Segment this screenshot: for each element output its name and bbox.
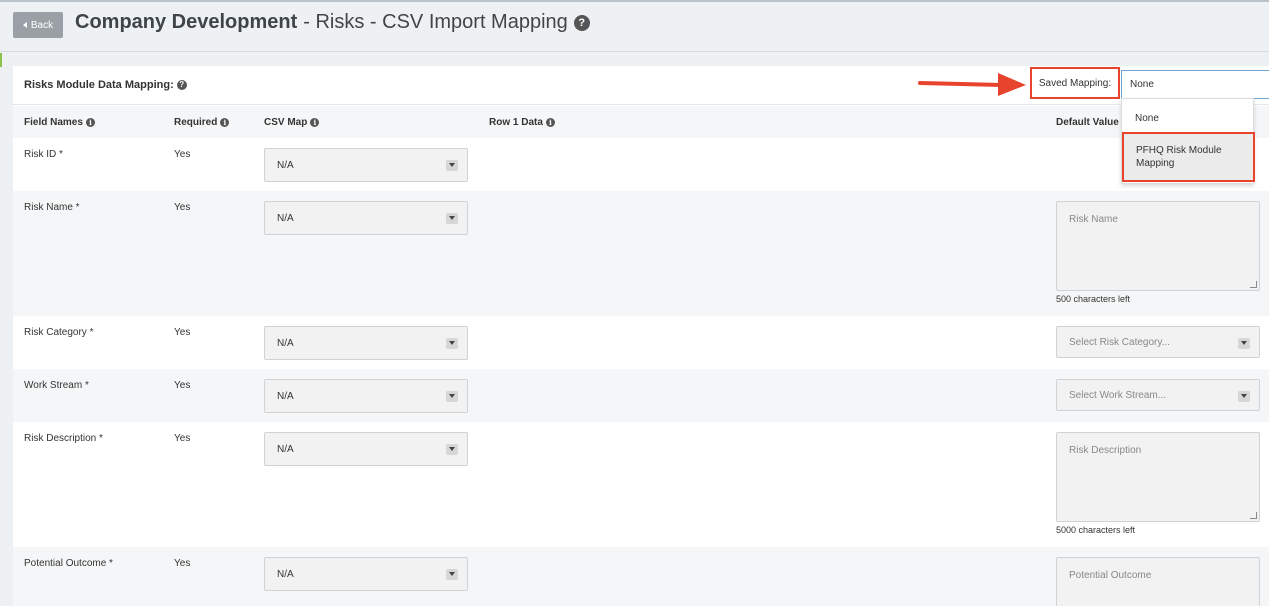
col-row1-data: Row 1 Data i — [489, 117, 555, 128]
back-button[interactable]: Back — [13, 12, 63, 38]
default-risk-name-textarea[interactable]: Risk Name — [1056, 201, 1260, 291]
csv-map-value: N/A — [277, 337, 294, 349]
page-title-subtitle: - Risks - CSV Import Mapping — [303, 11, 568, 33]
required-value: Yes — [174, 380, 191, 391]
page-header: Back Company Development - Risks - CSV I… — [0, 0, 1269, 52]
chevron-down-icon — [446, 160, 458, 171]
csv-map-value: N/A — [277, 443, 294, 455]
required-value: Yes — [174, 558, 191, 569]
page-title: Company Development - Risks - CSV Import… — [75, 11, 590, 34]
default-select-placeholder: Select Risk Category... — [1069, 336, 1170, 348]
mapping-panel: Risks Module Data Mapping: ? Saved Mappi… — [13, 66, 1269, 606]
chevron-down-icon — [446, 391, 458, 402]
csv-map-value: N/A — [277, 390, 294, 402]
table-header: Field Names i Required i CSV Map i Row 1… — [13, 106, 1269, 138]
table-row: Risk ID * Yes N/A — [13, 138, 1269, 191]
required-value: Yes — [174, 202, 191, 213]
csv-map-select[interactable]: N/A — [264, 148, 468, 182]
textarea-placeholder: Risk Description — [1069, 445, 1142, 456]
field-name: Risk ID * — [24, 149, 63, 160]
chevron-down-icon — [446, 338, 458, 349]
resize-handle-icon[interactable] — [1250, 512, 1257, 519]
textarea-placeholder: Risk Name — [1069, 214, 1118, 225]
default-potential-outcome-textarea[interactable]: Potential Outcome — [1056, 557, 1260, 606]
saved-mapping-label-text: Saved Mapping: — [1038, 77, 1112, 89]
saved-mapping-dropdown: None PFHQ Risk Module Mapping — [1121, 98, 1255, 184]
top-border — [0, 0, 1269, 2]
annotation-arrow-icon — [918, 73, 1026, 96]
col-default-value-label: Default Value — [1056, 117, 1119, 128]
left-edge — [0, 53, 13, 606]
chevron-down-icon — [1238, 391, 1250, 402]
chars-left-counter: 500 characters left — [1056, 294, 1131, 304]
dropdown-option-none[interactable]: None — [1135, 113, 1159, 124]
required-value: Yes — [174, 433, 191, 444]
csv-map-value: N/A — [277, 568, 294, 580]
table-row: Risk Name * Yes N/A Risk Name 500 charac… — [13, 191, 1269, 316]
col-row1-data-label: Row 1 Data — [489, 117, 543, 128]
dropdown-option-pfhq[interactable]: PFHQ Risk Module Mapping — [1122, 132, 1255, 182]
chevron-down-icon — [446, 213, 458, 224]
saved-mapping-value: None — [1130, 79, 1154, 90]
chevron-down-icon — [446, 569, 458, 580]
required-value: Yes — [174, 149, 191, 160]
help-icon[interactable]: ? — [573, 14, 590, 31]
csv-map-select[interactable]: N/A — [264, 326, 468, 360]
table-row: Potential Outcome * Yes N/A Potential Ou… — [13, 547, 1269, 606]
table-row: Work Stream * Yes N/A Select Work Stream… — [13, 369, 1269, 422]
info-icon[interactable]: i — [220, 118, 230, 127]
default-risk-category-select[interactable]: Select Risk Category... — [1056, 326, 1260, 358]
csv-map-value: N/A — [277, 159, 294, 171]
saved-mapping-select[interactable]: None — [1121, 70, 1269, 99]
csv-map-select[interactable]: N/A — [264, 379, 468, 413]
col-required: Required i — [174, 117, 230, 128]
col-csv-map-label: CSV Map — [264, 117, 308, 128]
col-required-label: Required — [174, 117, 218, 128]
csv-map-select[interactable]: N/A — [264, 557, 468, 591]
csv-map-select[interactable]: N/A — [264, 432, 468, 466]
chars-left-counter: 5000 characters left — [1056, 525, 1136, 535]
table-row: Risk Category * Yes N/A Select Risk Cate… — [13, 316, 1269, 369]
panel-title: Risks Module Data Mapping: ? — [24, 79, 187, 91]
back-button-label: Back — [30, 19, 54, 31]
csv-map-select[interactable]: N/A — [264, 201, 468, 235]
resize-handle-icon[interactable] — [1250, 281, 1257, 288]
panel-header: Risks Module Data Mapping: ? Saved Mappi… — [13, 66, 1269, 105]
back-arrow-icon — [22, 22, 27, 28]
field-name: Risk Name * — [24, 202, 80, 213]
field-name: Risk Description * — [24, 433, 103, 444]
table-row: Risk Description * Yes N/A Risk Descript… — [13, 422, 1269, 547]
col-default-value: Default Value — [1056, 117, 1119, 128]
default-select-placeholder: Select Work Stream... — [1069, 389, 1167, 401]
left-accent — [0, 53, 2, 67]
chevron-down-icon — [446, 444, 458, 455]
field-name: Potential Outcome * — [24, 558, 113, 569]
col-csv-map: CSV Map i — [264, 117, 320, 128]
info-icon[interactable]: i — [545, 118, 555, 127]
col-field-names-label: Field Names — [24, 117, 83, 128]
default-risk-description-textarea[interactable]: Risk Description — [1056, 432, 1260, 522]
panel-title-text: Risks Module Data Mapping: — [24, 79, 174, 91]
chevron-down-icon — [1238, 338, 1250, 349]
field-name: Work Stream * — [24, 380, 89, 391]
textarea-placeholder: Potential Outcome — [1069, 570, 1152, 581]
required-value: Yes — [174, 327, 191, 338]
csv-map-value: N/A — [277, 212, 294, 224]
saved-mapping-label: Saved Mapping: — [1030, 67, 1120, 99]
info-icon[interactable]: i — [85, 118, 95, 127]
page-title-project: Company Development — [75, 11, 298, 33]
default-work-stream-select[interactable]: Select Work Stream... — [1056, 379, 1260, 411]
col-field-names: Field Names i — [24, 117, 95, 128]
mapping-help-icon[interactable]: ? — [176, 80, 187, 90]
info-icon[interactable]: i — [310, 118, 320, 127]
field-name: Risk Category * — [24, 327, 94, 338]
